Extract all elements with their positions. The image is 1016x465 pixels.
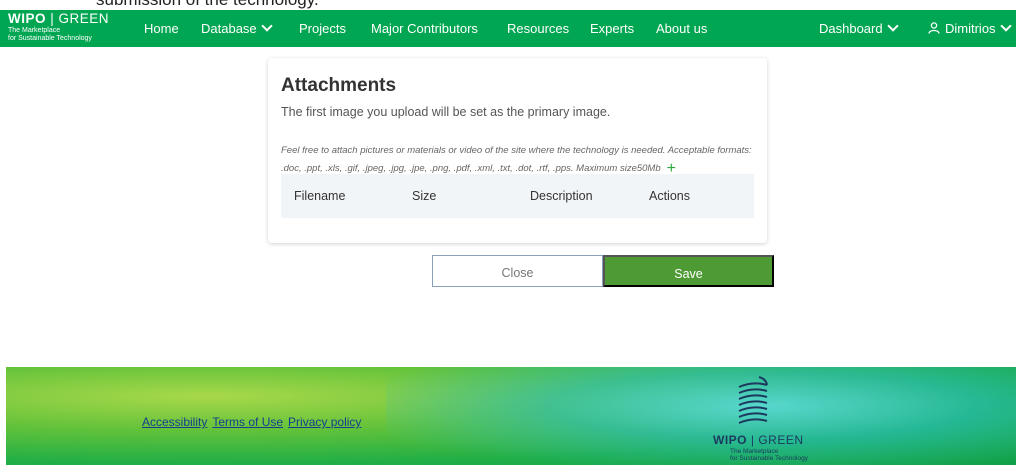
- footer-link-privacy-policy[interactable]: Privacy policy: [288, 415, 361, 429]
- close-button[interactable]: Close: [432, 255, 603, 287]
- attachments-card: Attachments The first image you upload w…: [268, 58, 767, 243]
- footer-brand-name: WIPO | GREEN: [713, 433, 804, 447]
- attachments-title: Attachments: [281, 75, 397, 96]
- brand-tagline: The Marketplace for Sustainable Technolo…: [8, 26, 92, 42]
- brand-name: WIPO | GREEN: [8, 11, 110, 26]
- column-filename: Filename: [294, 189, 346, 203]
- nav-home[interactable]: Home: [144, 10, 179, 47]
- nav-about-us[interactable]: About us: [656, 10, 707, 47]
- user-icon: [928, 22, 940, 34]
- nav-database[interactable]: Database: [201, 10, 273, 47]
- wipo-green-logo[interactable]: WIPO | GREEN The Marketplace for Sustain…: [8, 12, 109, 43]
- footer-brand-tagline: The Marketplace for Sustainable Technolo…: [730, 448, 808, 462]
- nav-experts[interactable]: Experts: [590, 10, 634, 47]
- nav-projects[interactable]: Projects: [299, 10, 346, 47]
- column-size: Size: [412, 189, 437, 203]
- attachments-table-header: Filename Size Description Actions: [281, 174, 754, 218]
- chevron-down-icon: [999, 20, 1012, 32]
- nav-resources[interactable]: Resources: [507, 10, 569, 47]
- save-button[interactable]: Save: [603, 255, 774, 287]
- attachments-subtitle: The first image you upload will be set a…: [281, 105, 611, 119]
- column-description: Description: [530, 189, 593, 203]
- attachments-note: Feel free to attach pictures or material…: [281, 145, 752, 177]
- wipo-emblem-icon: [738, 376, 768, 424]
- nav-user-menu[interactable]: Dimitrios: [928, 10, 1012, 47]
- page-footer: Accessibility Terms of Use Privacy policy …: [6, 367, 1016, 465]
- footer-links: Accessibility Terms of Use Privacy policy: [142, 415, 366, 429]
- nav-dashboard[interactable]: Dashboard: [819, 10, 899, 47]
- nav-major-contributors[interactable]: Major Contributors: [371, 10, 478, 47]
- chevron-down-icon: [260, 20, 273, 32]
- top-navbar: WIPO | GREEN The Marketplace for Sustain…: [0, 10, 1016, 47]
- column-actions: Actions: [649, 189, 690, 203]
- footer-link-accessibility[interactable]: Accessibility: [142, 415, 207, 429]
- chevron-down-icon: [886, 20, 899, 32]
- document-text: submission of the technology.: [96, 0, 319, 10]
- footer-link-terms-of-use[interactable]: Terms of Use: [212, 415, 283, 429]
